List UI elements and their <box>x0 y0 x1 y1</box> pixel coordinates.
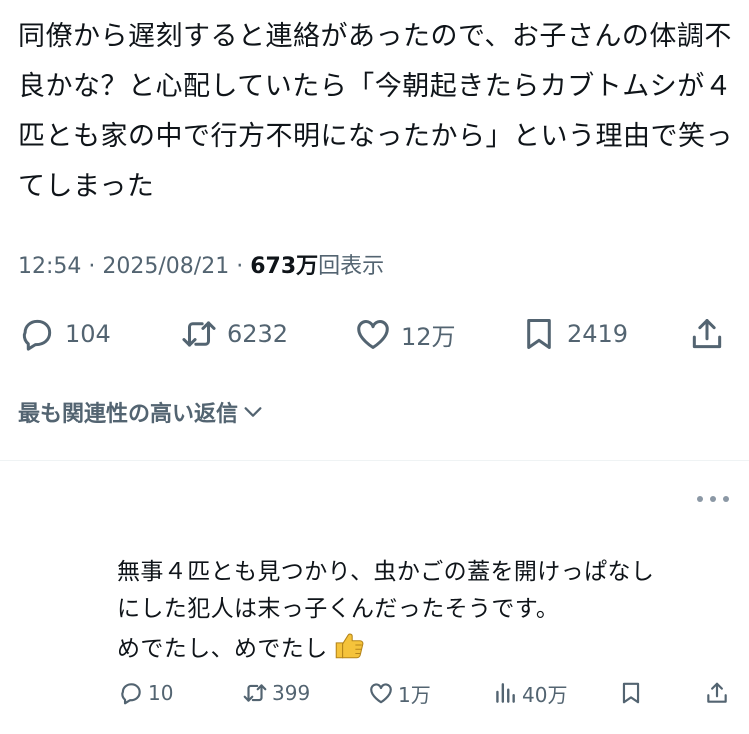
bookmark-icon <box>622 682 640 704</box>
reply-view-count: 40万 <box>522 682 568 707</box>
tweet-date[interactable]: 2025/08/21 <box>102 254 229 279</box>
like-count: 12万 <box>401 322 456 351</box>
retweet-button[interactable]: 6232 <box>180 312 288 356</box>
reply-retweet-button[interactable]: 399 <box>242 676 310 710</box>
reply-icon <box>22 319 52 351</box>
reply-count: 104 <box>65 320 111 348</box>
more-dot-icon <box>710 496 716 502</box>
reply-reply-count: 10 <box>148 681 174 705</box>
divider <box>0 460 749 461</box>
tweet-time[interactable]: 12:54 <box>18 254 81 279</box>
reply-reply-button[interactable]: 10 <box>118 676 173 710</box>
reply-like-count: 1万 <box>398 682 431 707</box>
reply-bookmark-button[interactable] <box>618 676 644 710</box>
retweet-icon <box>182 321 216 347</box>
reply-icon <box>121 683 141 705</box>
heart-icon <box>370 683 392 704</box>
reply-views-button[interactable]: 40万 <box>492 676 567 710</box>
more-dot-icon <box>723 496 729 502</box>
share-button[interactable] <box>688 312 726 356</box>
bookmark-icon <box>527 319 551 349</box>
bookmark-count: 2419 <box>567 320 629 348</box>
tweet-action-bar: 104 6232 12万 2419 <box>0 312 749 356</box>
reply-action-bar: 10 399 1万 40万 <box>0 676 749 710</box>
chevron-down-icon <box>244 407 262 417</box>
reply-sort-dropdown[interactable]: 最も関連性の高い返信 <box>18 396 264 428</box>
more-dot-icon <box>697 496 703 502</box>
reply-share-button[interactable] <box>704 676 730 710</box>
tweet-text: 同僚から遅刻すると連絡があったので、お子さんの体調不良かな？と心配していたら「今… <box>18 21 733 202</box>
reply-sort-label: 最も関連性の高い返信 <box>18 402 239 427</box>
reply-text: 無事４匹とも見つかり、虫かごの蓋を開けっぱなし にした犯人は末っ子くんだったそう… <box>117 554 737 674</box>
reply-line: めでたし、めでたし <box>117 636 328 662</box>
reply-like-button[interactable]: 1万 <box>368 676 431 710</box>
reply-button[interactable]: 104 <box>18 312 111 356</box>
reply-line: にした犯人は末っ子くんだったそうです。 <box>117 596 560 622</box>
retweet-count: 6232 <box>227 320 289 348</box>
meta-separator: · <box>236 254 244 279</box>
reply-line: 無事４匹とも見つかり、虫かごの蓋を開けっぱなし <box>117 559 655 585</box>
like-button[interactable]: 12万 <box>354 312 456 356</box>
reply-retweet-count: 399 <box>272 681 311 705</box>
meta-separator: · <box>88 254 96 279</box>
retweet-icon <box>243 684 267 702</box>
view-count: 673万 <box>250 254 319 279</box>
more-options-button[interactable] <box>697 486 729 512</box>
share-icon <box>707 682 727 703</box>
bookmark-button[interactable]: 2419 <box>520 312 628 356</box>
heart-icon <box>357 320 389 349</box>
share-icon <box>692 319 722 349</box>
thumbs-up-icon <box>332 628 366 674</box>
view-label: 回表示 <box>318 254 385 279</box>
analytics-icon <box>496 683 515 703</box>
tweet-meta: 12:54 · 2025/08/21 · 673万回表示 <box>18 252 384 282</box>
